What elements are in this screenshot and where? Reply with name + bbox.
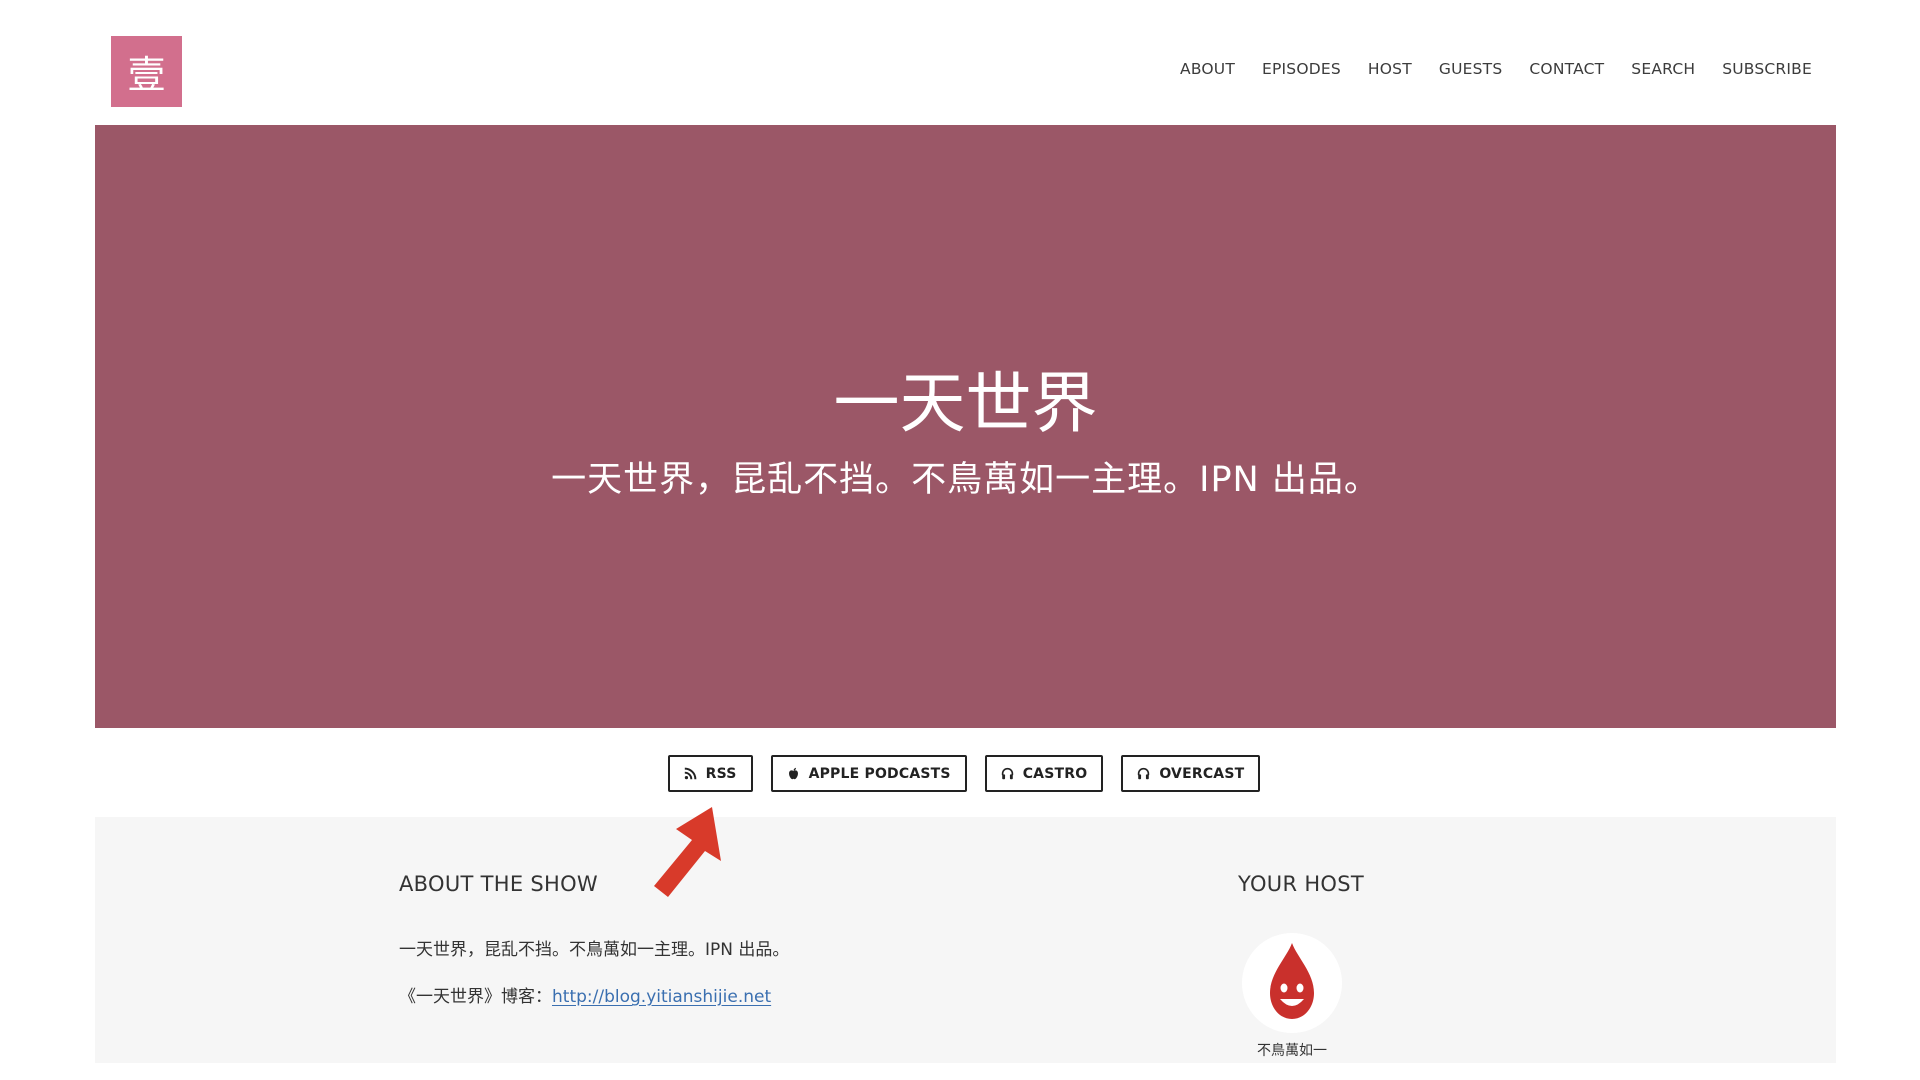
- nav-episodes[interactable]: EPISODES: [1262, 60, 1341, 78]
- info-section: ABOUT THE SHOW 一天世界，昆乱不挡。不鳥萬如一主理。IPN 出品。…: [95, 817, 1836, 1063]
- blog-label: 《一天世界》博客：: [399, 987, 552, 1007]
- hero-title: 一天世界: [833, 365, 1098, 442]
- nav-guests[interactable]: GUESTS: [1439, 60, 1503, 78]
- castro-button[interactable]: CASTRO: [984, 755, 1104, 792]
- subscribe-buttons: RSS APPLE PODCASTS CASTRO OVERCAST: [0, 755, 1920, 792]
- rss-button-label: RSS: [705, 765, 737, 782]
- site-logo[interactable]: 壹: [111, 36, 182, 107]
- headphones-icon: [1001, 767, 1014, 780]
- about-description: 一天世界，昆乱不挡。不鳥萬如一主理。IPN 出品。: [399, 940, 790, 960]
- nav-host[interactable]: HOST: [1368, 60, 1412, 78]
- apple-podcasts-button-label: APPLE PODCASTS: [808, 765, 951, 782]
- about-blog-line: 《一天世界》博客：http://blog.yitianshijie.net: [399, 982, 771, 1007]
- host-heading: YOUR HOST: [1238, 872, 1365, 896]
- rss-button[interactable]: RSS: [667, 755, 753, 792]
- castro-button-label: CASTRO: [1022, 765, 1088, 782]
- nav-about[interactable]: ABOUT: [1180, 60, 1235, 78]
- apple-icon: [787, 767, 800, 780]
- host-avatar[interactable]: [1242, 933, 1342, 1033]
- hero-subtitle: 一天世界，昆乱不挡。不鳥萬如一主理。IPN 出品。: [551, 460, 1380, 500]
- overcast-button[interactable]: OVERCAST: [1121, 755, 1261, 792]
- apple-podcasts-button[interactable]: APPLE PODCASTS: [770, 755, 967, 792]
- rss-icon: [684, 767, 697, 780]
- page: 壹 ABOUT EPISODES HOST GUESTS CONTACT SEA…: [0, 0, 1920, 1080]
- hero-banner: 一天世界 一天世界，昆乱不挡。不鳥萬如一主理。IPN 出品。: [95, 125, 1836, 728]
- nav-contact[interactable]: CONTACT: [1529, 60, 1604, 78]
- blog-link[interactable]: http://blog.yitianshijie.net: [552, 987, 771, 1007]
- overcast-button-label: OVERCAST: [1159, 765, 1245, 782]
- nav-search[interactable]: SEARCH: [1631, 60, 1695, 78]
- about-heading: ABOUT THE SHOW: [399, 872, 598, 896]
- host-name: 不鳥萬如一: [1257, 1043, 1327, 1059]
- headphones-icon: [1137, 767, 1150, 780]
- main-nav: ABOUT EPISODES HOST GUESTS CONTACT SEARC…: [1180, 60, 1812, 78]
- red-drop-mascot-icon: [1242, 933, 1342, 1033]
- nav-subscribe[interactable]: SUBSCRIBE: [1722, 60, 1812, 78]
- annotation-arrow-icon: [654, 807, 721, 897]
